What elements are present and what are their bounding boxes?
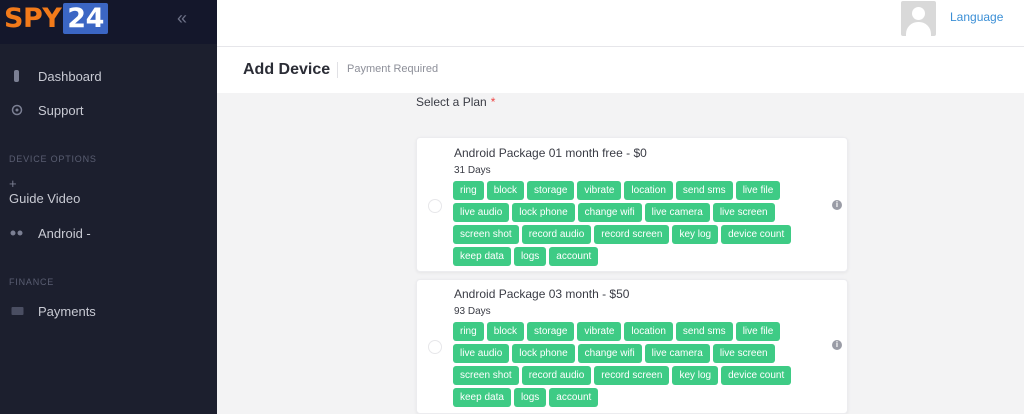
collapse-sidebar-icon[interactable]: « [177,8,187,29]
feature-tag: account [549,388,599,407]
feature-tag: change wifi [577,203,642,222]
avatar[interactable] [901,1,936,36]
plan-duration: 31 Days [454,165,491,176]
feature-tag: ring [453,181,484,200]
feature-tag: live file [735,322,781,341]
feature-tag: block [486,322,525,341]
feature-tag: record audio [521,225,592,244]
top-bar: Language [217,0,1024,47]
sidebar-item-label: Guide Video [9,191,81,206]
feature-tag: keep data [453,388,511,407]
sidebar-item-guide-video[interactable]: + Guide Video [9,176,80,206]
feature-tag: change wifi [577,344,642,363]
language-link[interactable]: Language [950,10,1003,24]
feature-tag: send sms [675,322,733,341]
select-plan-text: Select a Plan [416,95,487,109]
feature-tag: screen shot [453,366,519,385]
feature-tag: live screen [712,344,775,363]
select-plan-label: Select a Plan * [416,95,495,109]
feature-tag: live camera [644,344,710,363]
required-mark: * [490,95,496,109]
feature-tag: logs [513,247,547,266]
feature-tag: block [486,181,525,200]
feature-tag: location [624,322,673,341]
logo-text-24: 24 [63,3,108,34]
logo[interactable]: SPY 24 [4,3,108,34]
feature-tag: vibrate [577,322,622,341]
feature-tag: live audio [453,344,510,363]
feature-tag: record audio [521,366,592,385]
section-label-device-options: DEVICE OPTIONS [9,154,97,164]
info-icon[interactable]: i [832,340,842,350]
feature-tag-list: ring block storage vibrate location send sms l… [453,322,833,407]
plan-card-1[interactable]: Android Package 01 month free - $0 31 Da… [416,137,848,272]
logo-text-spy: SPY [4,3,62,34]
feature-tag: keep data [453,247,511,266]
feature-tag: send sms [675,181,733,200]
payments-icon [10,304,24,318]
sidebar-item-android[interactable]: Android - [0,221,217,245]
plan-duration: 93 Days [454,306,491,317]
feature-tag: live camera [644,203,710,222]
feature-tag: record screen [594,366,670,385]
plan-radio[interactable] [428,340,442,354]
feature-tag: account [549,247,599,266]
feature-tag: live audio [453,203,510,222]
sidebar-item-dashboard[interactable]: Dashboard [0,64,217,88]
page-title: Add Device [243,61,331,78]
feature-tag: key log [672,225,719,244]
feature-tag: storage [527,322,575,341]
plan-card-2[interactable]: Android Package 03 month - $50 93 Days i… [416,279,848,414]
page-header: Add Device Payment Required [217,47,1024,93]
android-device-icon [10,226,24,240]
sidebar-item-label: Android - [38,225,91,241]
page-subtitle: Payment Required [347,63,439,75]
dashboard-icon [10,69,24,83]
feature-tag: screen shot [453,225,519,244]
plan-name: Android Package 01 month free - $0 [454,146,647,160]
feature-tag: live screen [712,203,775,222]
title-divider [337,62,338,78]
sidebar-item-label: Payments [38,303,96,319]
plan-name: Android Package 03 month - $50 [454,287,630,301]
feature-tag-list: ring block storage vibrate location send sms l… [453,181,833,266]
sidebar-item-label: Dashboard [38,68,102,84]
sidebar: SPY 24 « Dashboard Support DEVICE OPTIONS… [0,0,217,414]
feature-tag: storage [527,181,575,200]
support-icon [10,103,24,117]
sidebar-item-support[interactable]: Support [0,98,217,122]
feature-tag: live file [735,181,781,200]
feature-tag: record screen [594,225,670,244]
feature-tag: device count [721,366,792,385]
sidebar-item-payments[interactable]: Payments [0,299,217,323]
section-label-finance: FINANCE [9,277,55,287]
feature-tag: logs [513,388,547,407]
feature-tag: lock phone [512,203,575,222]
logo-bar: SPY 24 « [0,0,217,44]
feature-tag: location [624,181,673,200]
info-icon[interactable]: i [832,200,842,210]
feature-tag: device count [721,225,792,244]
feature-tag: lock phone [512,344,575,363]
feature-tag: key log [672,366,719,385]
feature-tag: vibrate [577,181,622,200]
plus-icon: + [9,176,17,191]
feature-tag: ring [453,322,484,341]
plan-radio[interactable] [428,199,442,213]
sidebar-item-label: Support [38,102,84,118]
